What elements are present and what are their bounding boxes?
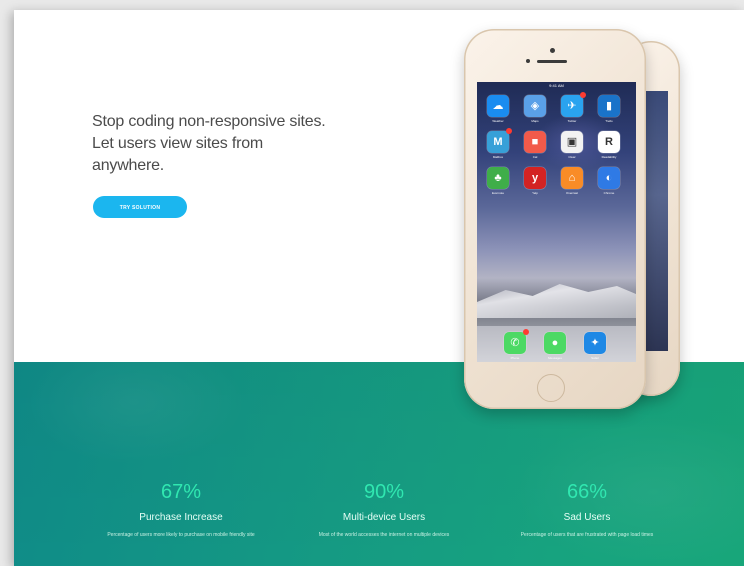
app-glyph: ✆ [510,337,520,349]
evernote-icon: ♣ Evernote [487,167,509,195]
app-label: Overcast [565,191,578,195]
stat-value: 90% [363,481,405,503]
app-glyph: ⌂ [568,172,576,184]
safari-icon: ✦ Safari [584,332,606,360]
app-glyph: ● [551,337,559,349]
mailbox-icon: M Mailbox [487,128,512,159]
calendar-icon: ■ Cal [524,131,546,159]
app-label: Clear [568,155,576,159]
app-label: Twitter [567,119,577,123]
app-glyph: ♣ [494,172,502,184]
overcast-icon: ⌂ Overcast [561,167,583,195]
app-label: Chrome [603,191,615,195]
stat-description: Most of the world accesses the internet … [318,532,450,538]
yelp-icon: y Yelp [524,167,546,195]
trello-icon: ▮ Trello [598,95,620,123]
proximity-sensor [526,59,530,63]
mountain-wallpaper [477,284,636,318]
weather-icon: ☁ Weather [487,95,509,123]
app-glyph: ▣ [566,136,578,148]
app-label: Readability [601,155,617,159]
app-glyph: M [493,136,503,148]
maps-icon: ◈ Maps [524,95,546,123]
app-label: Evernote [491,191,504,195]
app-glyph: ✦ [590,337,600,349]
app-label: Cal [532,155,538,159]
app-label: Yelp [532,191,538,195]
app-glyph: ◈ [530,100,540,112]
app-label: Messages [548,356,562,360]
landing-page: Stop coding non-responsive sites. Let us… [14,10,744,566]
phone-icon: ✆ Phone [504,329,529,360]
twitter-icon: ✈ Twitter [561,92,586,123]
stat-value: 67% [160,481,202,503]
app-label: Safari [591,356,599,360]
app-glyph: ■ [531,136,539,148]
stat-label: Purchase Increase [139,512,223,523]
app-dock: ✆ Phone ● Messages ✦ Safari [477,326,636,362]
messages-icon: ● Messages [544,332,566,360]
app-label: Maps [531,119,539,123]
stat-label: Multi-device Users [342,512,426,523]
app-glyph: ▮ [605,100,613,112]
phone-front-image: 9:41 AM ☁ Weather ◈ Maps ✈ Twitter ▮ Trello M Mai… [464,29,646,409]
hero-headline-line-3: anywhere. [92,157,165,174]
app-label: Phone [510,356,520,360]
readability-icon: R Readability [598,131,620,159]
app-label: Trello [605,119,613,123]
app-glyph: y [531,172,539,184]
home-button [537,374,565,402]
stat-label: Sad Users [563,512,611,523]
app-label: Mailbox [492,155,504,159]
hero-headline-line-2: Let users view sites from [92,135,264,152]
stat-purchase-increase: 67% Purchase Increase Percentage of user… [91,480,271,539]
try-solution-button[interactable]: TRY SOLUTION [93,196,187,218]
app-glyph: ◐ [605,172,613,184]
app-glyph: ☁ [492,100,504,112]
chrome-icon: ◐ Chrome [598,167,620,195]
stat-sad-users: 66% Sad Users Percentage of users that a… [497,480,677,539]
hero-headline: Stop coding non-responsive sites. Let us… [92,111,392,177]
status-bar-time: 9:41 AM [549,83,564,88]
app-glyph: ✈ [567,100,577,112]
stat-multi-device-users: 90% Multi-device Users Most of the world… [294,480,474,539]
app-label: Weather [492,119,504,123]
phone-screen: 9:41 AM ☁ Weather ◈ Maps ✈ Twitter ▮ Trello M Mai… [477,82,636,362]
stat-description: Percentage of users more likely to purch… [107,532,255,538]
notification-badge [506,128,512,134]
notification-badge [580,92,586,98]
front-camera [550,48,555,53]
hero-headline-line-1: Stop coding non-responsive sites. [92,113,326,130]
stat-value: 66% [566,481,608,503]
clear-icon: ▣ Clear [561,131,583,159]
app-glyph: R [605,136,613,148]
notification-badge [523,329,529,335]
stat-description: Percentage of users that are frustrated … [520,532,654,538]
earpiece-speaker [537,60,567,63]
